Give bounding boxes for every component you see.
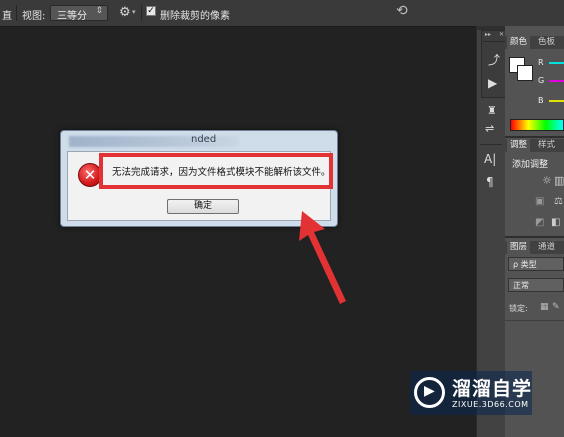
- background-color-swatch[interactable]: [517, 65, 533, 81]
- tab-adjustments[interactable]: 调整: [507, 139, 531, 152]
- channel-r-slider[interactable]: [549, 62, 564, 64]
- channel-r-label: R: [538, 58, 544, 67]
- select-arrows-icon: ⇕: [95, 6, 103, 16]
- tab-layers[interactable]: 图层: [507, 241, 531, 254]
- tool-flyout: ▸▸ ✕ ⤴ ▶: [481, 30, 507, 98]
- annotation-arrow-icon: [299, 211, 346, 304]
- option-cut-label: 直: [2, 11, 12, 22]
- divider: [16, 5, 17, 21]
- paragraph-panel-icon[interactable]: ¶: [486, 175, 494, 189]
- brightness-icon[interactable]: ☼: [542, 174, 552, 187]
- brush-preset-icon[interactable]: ♜: [487, 104, 497, 117]
- layers-panel-tabs: 图层 通道: [505, 241, 564, 254]
- lock-paint-icon[interactable]: ✎: [552, 302, 560, 312]
- dialog-title: nded: [191, 134, 217, 145]
- divider: [483, 41, 505, 42]
- blend-mode-select[interactable]: 正常: [508, 278, 564, 292]
- view-overlay-select[interactable]: 三等分 ⇕: [50, 5, 108, 22]
- view-overlay-value: 三等分: [57, 11, 87, 22]
- blend-mode-value: 正常: [513, 281, 529, 290]
- add-adjustment-title: 添加调整: [512, 160, 549, 170]
- gear-icon[interactable]: ⚙: [119, 5, 131, 20]
- color-balance-icon[interactable]: ⚖: [554, 196, 563, 207]
- tab-styles[interactable]: 样式: [535, 139, 558, 152]
- options-bar: 直 视图: 三等分 ⇕ ⚙ ▾ ✓ 删除裁剪的像素 ⟲: [0, 0, 564, 27]
- layer-filter-value: ρ 类型: [513, 260, 537, 269]
- character-panel-icon[interactable]: A|: [484, 152, 496, 166]
- divider: [505, 236, 564, 238]
- color-spectrum-bar[interactable]: [510, 119, 564, 131]
- watermark: ▶ 溜溜自学 ZIXUE.3D66.COM: [410, 371, 532, 415]
- play-action-icon[interactable]: ▶: [488, 76, 497, 90]
- lock-pixels-icon[interactable]: ▦: [540, 302, 549, 312]
- color-panel-tabs: 颜色 色板: [505, 36, 564, 49]
- expand-icon[interactable]: ▸▸: [485, 31, 491, 38]
- watermark-url: ZIXUE.3D66.COM: [452, 400, 529, 409]
- channel-b-slider[interactable]: [549, 100, 564, 102]
- divider: [141, 5, 142, 21]
- history-brush-icon[interactable]: ⤴: [488, 51, 500, 68]
- channel-b-label: B: [538, 96, 544, 105]
- lock-label: 锁定:: [509, 304, 528, 313]
- invert-icon[interactable]: ◧: [551, 217, 560, 228]
- divider: [505, 136, 564, 138]
- layer-filter-select[interactable]: ρ 类型: [508, 257, 564, 271]
- view-label: 视图:: [22, 11, 46, 22]
- divider: [480, 144, 502, 145]
- reset-icon[interactable]: ⟲: [396, 3, 408, 19]
- tab-color[interactable]: 颜色: [507, 36, 531, 49]
- channel-g-slider[interactable]: [549, 80, 564, 82]
- channel-g-label: G: [538, 76, 545, 85]
- tool-preset-icon[interactable]: ⇌: [485, 122, 494, 135]
- levels-icon[interactable]: ▥: [554, 174, 564, 187]
- watermark-title: 溜溜自学: [452, 378, 533, 400]
- vibrance-icon[interactable]: ▣: [535, 196, 544, 207]
- tab-channels[interactable]: 通道: [535, 241, 558, 254]
- close-icon[interactable]: ✕: [499, 31, 504, 38]
- annotation-highlight-box: [99, 153, 333, 189]
- delete-cropped-label: 删除裁剪的像素: [160, 11, 230, 22]
- delete-cropped-checkbox[interactable]: ✓: [146, 6, 156, 16]
- chevron-down-icon[interactable]: ▾: [132, 8, 136, 16]
- ok-button[interactable]: 确定: [167, 199, 239, 214]
- adjust-panel-tabs: 调整 样式: [505, 139, 564, 152]
- tab-swatches[interactable]: 色板: [535, 36, 558, 49]
- photo-filter-icon[interactable]: ◩: [535, 217, 544, 228]
- watermark-logo-icon: ▶: [414, 377, 445, 408]
- divider: [505, 320, 564, 321]
